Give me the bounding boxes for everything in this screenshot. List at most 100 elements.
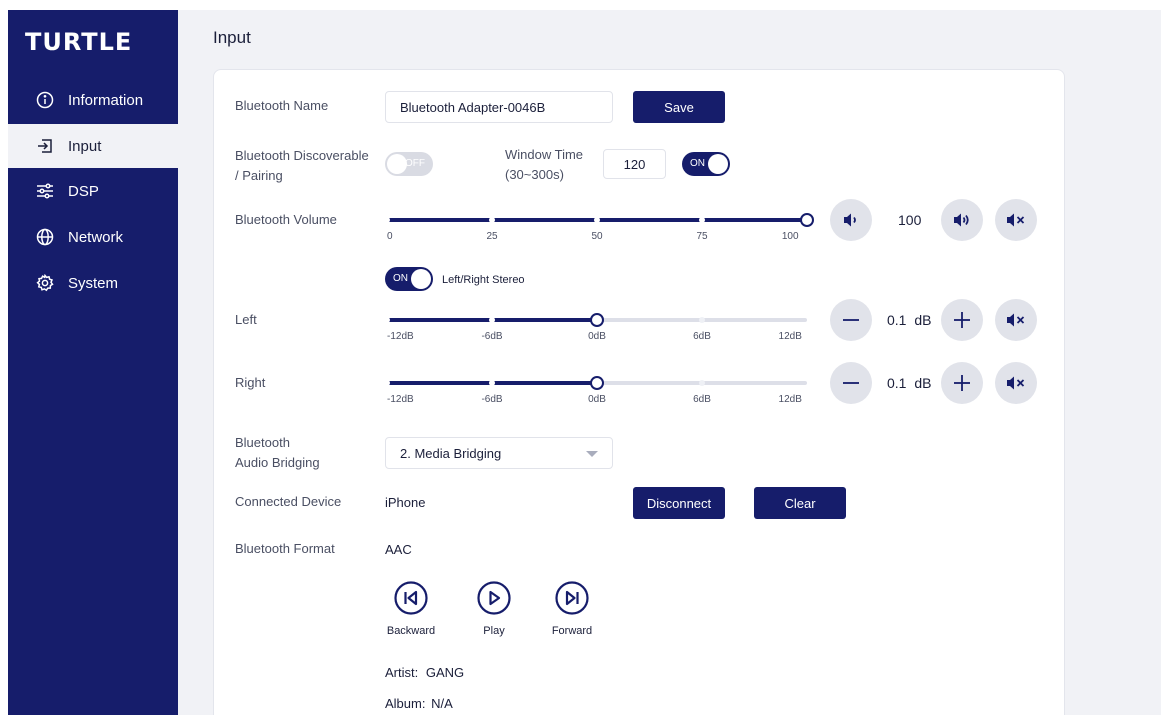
input-settings-card: Bluetooth Name Save Bluetooth Discoverab… <box>213 69 1065 715</box>
minus-icon <box>843 382 859 384</box>
slider-step-dot <box>384 317 390 323</box>
left-value: 0.1 dB <box>887 311 931 329</box>
info-icon <box>36 91 54 109</box>
volume-tick-labels: 0 25 50 75 100 <box>387 231 807 245</box>
tick-label: 0dB <box>588 394 606 405</box>
right-channel-slider[interactable] <box>384 376 807 390</box>
left-channel-slider[interactable] <box>384 313 807 327</box>
right-decrease-button[interactable] <box>830 362 872 404</box>
left-mute-button[interactable] <box>995 299 1037 341</box>
slider-step-dot <box>489 217 495 223</box>
plus-icon <box>954 312 970 328</box>
album-info: Album: N/A <box>385 695 453 713</box>
sidebar-item-label: Input <box>68 137 102 155</box>
slider-step-dot <box>489 380 495 386</box>
sidebar-item-system[interactable]: System <box>8 261 178 305</box>
slider-step-dot <box>384 217 390 223</box>
sidebar-item-label: DSP <box>68 182 99 200</box>
artist-value: GANG <box>425 665 465 680</box>
tick-label: 50 <box>591 231 603 242</box>
sidebar-item-dsp[interactable]: DSP <box>8 169 178 213</box>
forward-label: Forward <box>551 625 593 637</box>
bluetooth-name-input[interactable] <box>385 91 613 123</box>
tick-label: 12dB <box>778 331 802 342</box>
toggle-text: ON <box>690 158 705 169</box>
slider-step-dot <box>384 380 390 386</box>
audio-bridging-select[interactable]: 2. Media Bridging <box>385 437 613 469</box>
artist-info: Artist: GANG <box>385 664 464 682</box>
play-icon <box>477 581 511 615</box>
left-channel-label: Left <box>235 312 257 327</box>
input-icon <box>36 137 54 155</box>
left-db-unit: dB <box>914 312 932 328</box>
sliders-icon <box>36 182 54 200</box>
stereo-toggle[interactable]: ON <box>385 267 433 291</box>
tick-label: 6dB <box>693 331 711 342</box>
right-channel-label: Right <box>235 375 266 390</box>
left-tick-labels: -12dB -6dB 0dB 6dB 12dB <box>387 331 807 345</box>
tick-label: -12dB <box>387 394 414 405</box>
gear-icon <box>36 274 54 292</box>
left-db-value: 0.1 <box>887 312 907 328</box>
skip-back-icon <box>394 581 428 615</box>
toggle-knob <box>411 269 431 289</box>
sidebar: TURTLE Information Input DSP Network Sys… <box>8 10 178 715</box>
right-increase-button[interactable] <box>941 362 983 404</box>
audio-bridging-label-line1: Bluetooth <box>235 435 290 450</box>
volume-up-button[interactable] <box>941 199 983 241</box>
tick-label: -6dB <box>481 394 503 405</box>
tick-label: 0dB <box>588 331 606 342</box>
right-db-unit: dB <box>914 375 932 391</box>
audio-bridging-label: Bluetooth Audio Bridging <box>235 433 320 473</box>
backward-button[interactable] <box>394 581 428 615</box>
sidebar-item-input[interactable]: Input <box>8 124 178 168</box>
speaker-high-icon <box>954 213 969 227</box>
right-mute-button[interactable] <box>995 362 1037 404</box>
artist-label: Artist: <box>385 665 419 680</box>
tick-label: -6dB <box>481 331 503 342</box>
slider-step-dot <box>489 317 495 323</box>
volume-down-button[interactable] <box>830 199 872 241</box>
right-db-value: 0.1 <box>887 375 907 391</box>
tick-label: 0 <box>387 231 393 242</box>
toggle-text: OFF <box>405 158 425 169</box>
window-time-label-line2: (30~300s) <box>505 167 564 182</box>
slider-thumb[interactable] <box>590 376 604 390</box>
window-time-label-line1: Window Time <box>505 147 584 162</box>
clear-button[interactable]: Clear <box>754 487 846 519</box>
save-button[interactable]: Save <box>633 91 725 123</box>
slider-step-dot <box>699 317 705 323</box>
tick-label: -12dB <box>387 331 414 342</box>
right-tick-labels: -12dB -6dB 0dB 6dB 12dB <box>387 394 807 408</box>
disconnect-button[interactable]: Disconnect <box>633 487 725 519</box>
select-value: 2. Media Bridging <box>400 445 502 461</box>
tick-label: 100 <box>781 231 799 242</box>
tick-label: 25 <box>486 231 498 242</box>
plus-icon <box>954 375 970 391</box>
window-time-input[interactable] <box>603 149 666 179</box>
bluetooth-format-value: AAC <box>385 542 412 557</box>
slider-thumb[interactable] <box>800 213 814 227</box>
sidebar-item-network[interactable]: Network <box>8 215 178 259</box>
sidebar-item-label: Information <box>68 91 144 109</box>
album-value: N/A <box>431 696 453 711</box>
sidebar-item-information[interactable]: Information <box>8 78 178 122</box>
bluetooth-name-label: Bluetooth Name <box>235 98 329 113</box>
left-increase-button[interactable] <box>941 299 983 341</box>
slider-thumb[interactable] <box>590 313 604 327</box>
discoverable-toggle[interactable]: OFF <box>385 152 433 176</box>
app-frame: TURTLE Information Input DSP Network Sys… <box>8 10 1161 715</box>
backward-label: Backward <box>386 625 436 637</box>
sidebar-item-label: System <box>68 274 119 292</box>
play-button[interactable] <box>477 581 511 615</box>
window-time-label: Window Time (30~300s) <box>505 145 583 185</box>
forward-button[interactable] <box>555 581 589 615</box>
tick-label: 75 <box>696 231 708 242</box>
bluetooth-volume-slider[interactable] <box>384 213 814 227</box>
window-time-toggle[interactable]: ON <box>682 152 730 176</box>
left-decrease-button[interactable] <box>830 299 872 341</box>
stereo-label: Left/Right Stereo <box>442 274 525 286</box>
globe-icon <box>36 228 54 246</box>
audio-bridging-label-line2: Audio Bridging <box>235 455 320 470</box>
volume-mute-button[interactable] <box>995 199 1037 241</box>
